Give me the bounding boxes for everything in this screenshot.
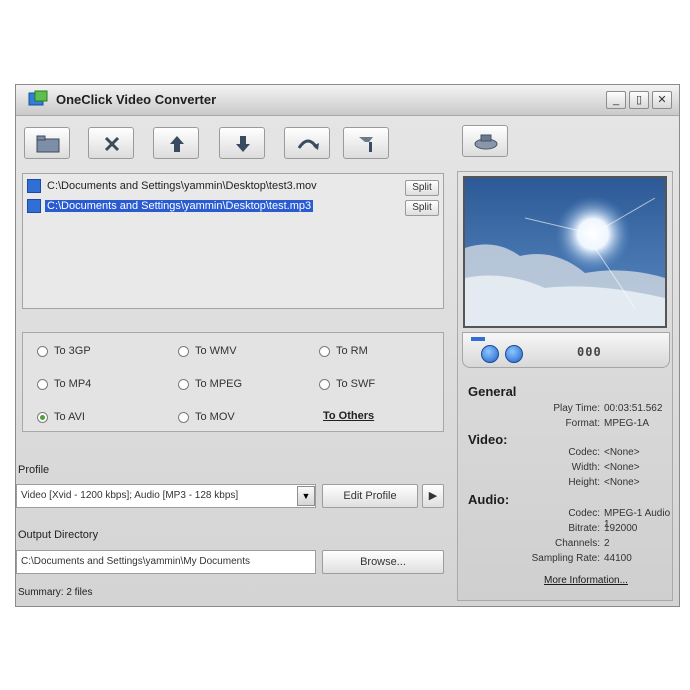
radio-mp4[interactable]: To MP4: [37, 376, 91, 392]
radio-avi[interactable]: To AVI: [37, 409, 85, 425]
info-value: 192000: [604, 523, 638, 534]
info-key: Channels:: [554, 538, 600, 549]
info-value: 44100: [604, 553, 632, 564]
profile-label: Profile: [18, 464, 50, 476]
info-key: Bitrate:: [568, 523, 600, 534]
camera-icon: [474, 134, 498, 150]
info-key: Codec:: [568, 508, 600, 519]
info-key: Width:: [571, 462, 600, 473]
info-key: Sampling Rate:: [531, 553, 600, 564]
profile-select[interactable]: Video [Xvid - 1200 kbps]; Audio [MP3 - 1…: [16, 484, 316, 508]
radio-indicator[interactable]: [37, 378, 48, 390]
radio-indicator[interactable]: [178, 378, 189, 390]
open-folder-button[interactable]: [24, 127, 70, 159]
info-value: <None>: [604, 462, 640, 473]
radio-mov[interactable]: To MOV: [178, 409, 235, 425]
audio-heading: Audio:: [468, 492, 510, 507]
app-logo-icon: [28, 90, 48, 106]
radio-indicator[interactable]: [178, 411, 189, 423]
arrow-up-icon: [170, 136, 184, 152]
close-button[interactable]: ✕: [652, 91, 672, 109]
general-heading: General: [468, 384, 517, 399]
title-bar[interactable]: OneClick Video Converter _ ▯ ✕: [16, 85, 679, 116]
info-value: 2: [604, 538, 610, 549]
radio-indicator[interactable]: [319, 345, 330, 357]
video-heading: Video:: [468, 432, 508, 447]
split-button[interactable]: Split: [405, 200, 439, 216]
arrow-down-icon: [236, 136, 250, 152]
folder-icon: [36, 135, 60, 153]
audio-file-icon: [27, 199, 41, 213]
info-value: 00:03:51.562: [604, 403, 663, 414]
settings-button[interactable]: [343, 127, 389, 159]
radio-label: To MOV: [195, 411, 235, 423]
radio-indicator[interactable]: [37, 411, 48, 423]
play-arrow-button[interactable]: ▶: [422, 484, 444, 508]
preview-tool-button[interactable]: [462, 125, 508, 157]
info-key: Play Time:: [553, 403, 600, 414]
seek-handle[interactable]: [471, 337, 485, 341]
info-key: Height:: [568, 477, 600, 488]
radio-label: To AVI: [54, 411, 85, 423]
remove-button[interactable]: [88, 127, 134, 159]
stop-button[interactable]: [505, 345, 523, 363]
curved-arrow-icon: [297, 139, 319, 150]
list-item[interactable]: C:\Documents and Settings\yammin\Desktop…: [27, 179, 319, 195]
move-down-button[interactable]: [219, 127, 265, 159]
radio-indicator[interactable]: [319, 378, 330, 390]
format-options: To 3GP To WMV To RM To MP4 To MPEG To SW…: [22, 332, 444, 432]
radio-label: To MP4: [54, 378, 92, 390]
output-directory-input[interactable]: C:\Documents and Settings\yammin\My Docu…: [16, 550, 316, 574]
radio-label: To SWF: [336, 378, 376, 390]
radio-indicator[interactable]: [178, 345, 189, 357]
file-path: C:\Documents and Settings\yammin\Desktop…: [45, 200, 314, 212]
wrench-icon: [359, 137, 373, 152]
chevron-down-icon[interactable]: ▼: [297, 486, 315, 506]
move-up-button[interactable]: [153, 127, 199, 159]
browse-button[interactable]: Browse...: [322, 550, 444, 574]
window-title: OneClick Video Converter: [56, 92, 217, 107]
close-icon: [104, 136, 120, 152]
to-others-link[interactable]: To Others: [323, 410, 374, 422]
split-button[interactable]: Split: [405, 180, 439, 196]
undo-button[interactable]: [284, 127, 330, 159]
video-file-icon: [27, 179, 41, 193]
play-button[interactable]: [481, 345, 499, 363]
output-directory-label: Output Directory: [18, 529, 99, 541]
summary-text: Summary: 2 files: [18, 587, 93, 598]
file-list[interactable]: C:\Documents and Settings\yammin\Desktop…: [22, 173, 444, 309]
app-window: OneClick Video Converter _ ▯ ✕ C:\Docume…: [15, 84, 680, 607]
radio-rm[interactable]: To RM: [319, 343, 368, 359]
list-item[interactable]: C:\Documents and Settings\yammin\Desktop…: [27, 199, 314, 215]
info-key: Format:: [565, 418, 600, 429]
radio-label: To RM: [336, 345, 368, 357]
info-key: Codec:: [568, 447, 600, 458]
radio-3gp[interactable]: To 3GP: [37, 343, 91, 359]
video-preview: [463, 176, 667, 328]
info-value: <None>: [604, 477, 640, 488]
radio-label: To MPEG: [195, 378, 243, 390]
radio-wmv[interactable]: To WMV: [178, 343, 237, 359]
radio-mpeg[interactable]: To MPEG: [178, 376, 242, 392]
edit-profile-button[interactable]: Edit Profile: [322, 484, 418, 508]
time-display: 000: [577, 345, 602, 359]
radio-label: To WMV: [195, 345, 237, 357]
more-information-link[interactable]: More Information...: [544, 575, 628, 586]
preview-panel: 000 General Play Time: 00:03:51.562 Form…: [457, 171, 673, 601]
radio-label: To 3GP: [54, 345, 91, 357]
player-controls: 000: [462, 332, 670, 368]
radio-swf[interactable]: To SWF: [319, 376, 375, 392]
preview-image: [465, 178, 665, 326]
info-value: MPEG-1A: [604, 418, 650, 429]
minimize-button[interactable]: _: [606, 91, 626, 109]
file-path: C:\Documents and Settings\yammin\Desktop…: [47, 180, 317, 192]
info-value: <None>: [604, 447, 640, 458]
radio-indicator[interactable]: [37, 345, 48, 357]
maximize-button[interactable]: ▯: [629, 91, 649, 109]
